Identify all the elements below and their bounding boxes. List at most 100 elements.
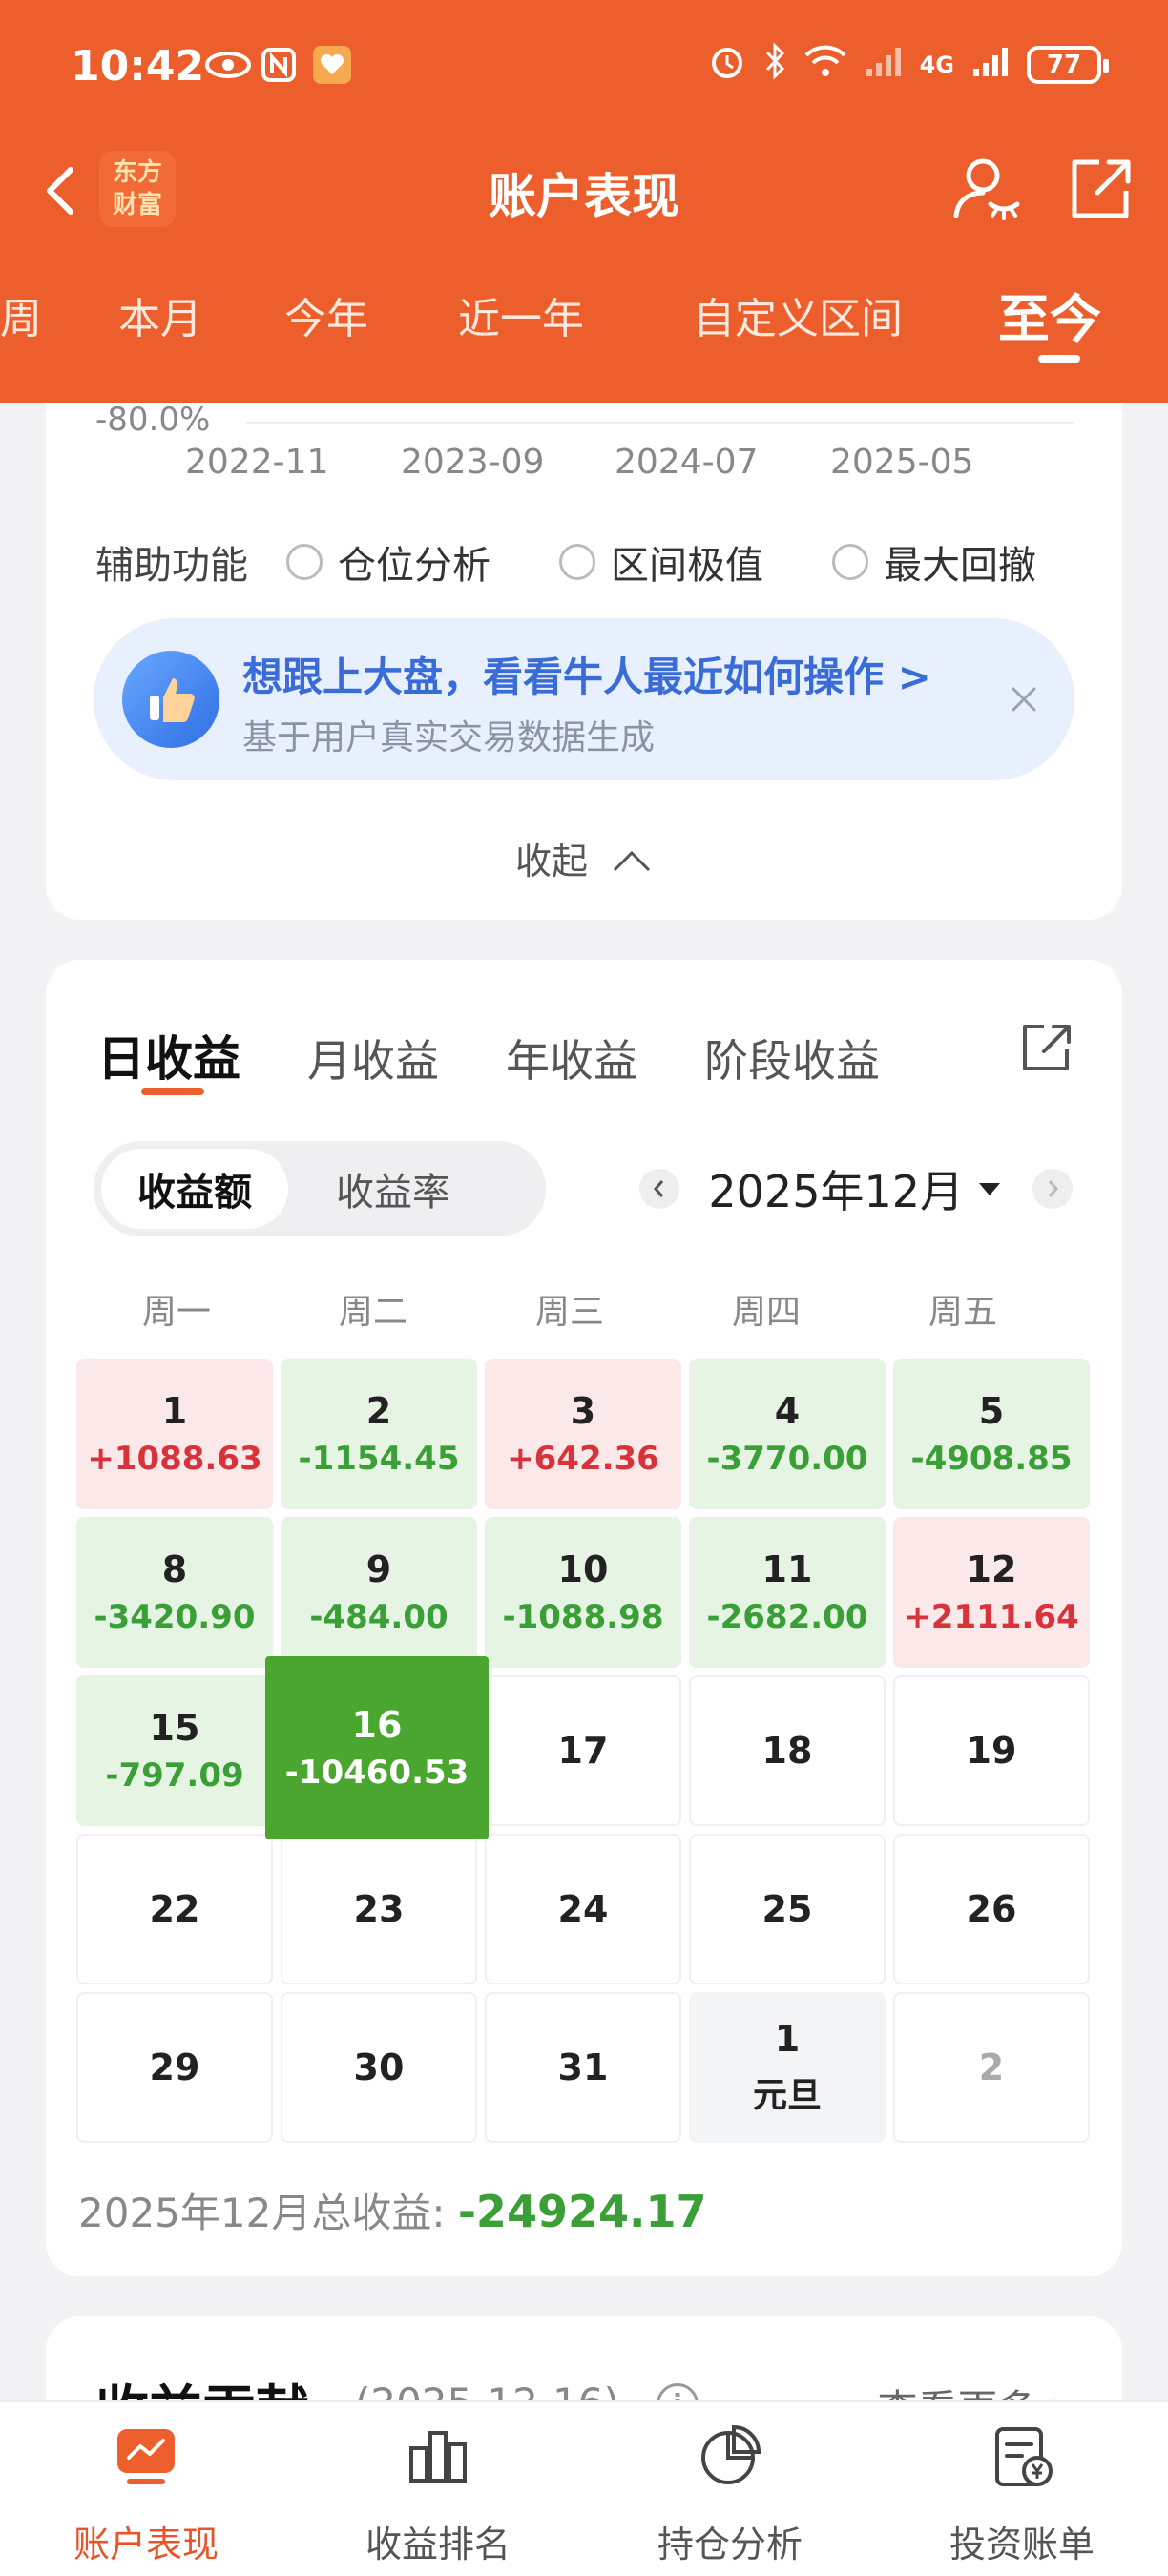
calendar-day-number: 18 bbox=[761, 1730, 813, 1772]
app-notification-icon bbox=[311, 44, 353, 86]
calendar-day[interactable]: 9 -484.00 bbox=[281, 1517, 477, 1668]
aux-range-extremes[interactable]: 区间极值 bbox=[559, 534, 763, 590]
calendar-day[interactable]: 29 bbox=[76, 1992, 273, 2143]
wifi-icon bbox=[803, 44, 847, 86]
user-eye-icon bbox=[953, 158, 1020, 220]
pie-chart-icon bbox=[698, 2423, 762, 2488]
period-custom[interactable]: 自定义区间 bbox=[693, 284, 903, 345]
calendar-day[interactable]: 3 +642.36 bbox=[485, 1359, 681, 1509]
period-this-year[interactable]: 今年 bbox=[284, 284, 368, 345]
next-month-button[interactable] bbox=[1032, 1169, 1073, 1209]
calendar-day-number: 10 bbox=[557, 1548, 609, 1590]
bottom-nav-ranking[interactable]: 收益排名 bbox=[292, 2402, 584, 2576]
prev-month-button[interactable] bbox=[639, 1169, 680, 1209]
calendar-day[interactable]: 1 +1088.63 bbox=[76, 1359, 273, 1509]
calendar-day[interactable]: 2 -1154.45 bbox=[281, 1359, 477, 1509]
radio-icon bbox=[832, 544, 868, 580]
calendar-day[interactable]: 12 +2111.64 bbox=[893, 1517, 1090, 1668]
calendar-day[interactable]: 26 bbox=[893, 1834, 1090, 1984]
aux-option-label: 区间极值 bbox=[611, 544, 763, 588]
aux-position-analysis[interactable]: 仓位分析 bbox=[286, 534, 490, 590]
month-label: 2025年12月 bbox=[708, 1166, 964, 1217]
calendar-day-return: -3770.00 bbox=[706, 1440, 868, 1478]
calendar-day[interactable]: 5 -4908.85 bbox=[893, 1359, 1090, 1509]
period-this-month[interactable]: 本月 bbox=[118, 284, 202, 345]
chevron-left-icon bbox=[654, 1180, 664, 1197]
toggle-amount[interactable]: 收益额 bbox=[101, 1149, 288, 1229]
aux-max-drawdown[interactable]: 最大回撤 bbox=[832, 534, 1036, 590]
tab-daily-returns[interactable]: 日收益 bbox=[97, 1021, 240, 1090]
calendar-day-number: 1 bbox=[774, 2018, 801, 2060]
chart-baseline bbox=[246, 422, 1073, 424]
aux-option-label: 仓位分析 bbox=[338, 544, 490, 588]
tab-monthly-returns[interactable]: 月收益 bbox=[307, 1027, 439, 1090]
calendar-day[interactable]: 17 bbox=[485, 1675, 681, 1826]
calendar-day[interactable]: 25 bbox=[689, 1834, 886, 1984]
calendar-day[interactable]: 8 -3420.90 bbox=[76, 1517, 273, 1668]
calendar-day[interactable]: 23 bbox=[281, 1834, 477, 1984]
bottom-nav-bills[interactable]: 投资账单 bbox=[876, 2402, 1168, 2576]
calendar-day[interactable]: 19 bbox=[893, 1675, 1090, 1826]
bottom-nav-performance[interactable]: 账户表现 bbox=[0, 2402, 292, 2576]
calendar-day[interactable]: 31 bbox=[485, 1992, 681, 2143]
calendar-day[interactable]: 1 元旦 bbox=[689, 1992, 886, 2143]
close-icon bbox=[1012, 687, 1036, 712]
bottom-nav-holdings[interactable]: 持仓分析 bbox=[584, 2402, 876, 2576]
calendar-day-number: 25 bbox=[761, 1888, 813, 1930]
toggle-rate[interactable]: 收益率 bbox=[298, 1149, 489, 1229]
period-week[interactable]: 周 bbox=[0, 284, 42, 345]
calendar-day-return: -4908.85 bbox=[910, 1440, 1073, 1478]
tab-yearly-returns[interactable]: 年收益 bbox=[506, 1027, 637, 1090]
calendar-day-return: -484.00 bbox=[309, 1598, 448, 1636]
nav-bar: 东方 财富 账户表现 bbox=[0, 134, 1168, 248]
calendar-day[interactable]: 2 bbox=[893, 1992, 1090, 2143]
period-last-year[interactable]: 近一年 bbox=[458, 284, 584, 345]
banner-subtitle: 基于用户真实交易数据生成 bbox=[242, 718, 656, 758]
share-out-icon bbox=[1072, 159, 1131, 218]
weekday-label: 周二 bbox=[338, 1293, 407, 1332]
calendar-day-number: 29 bbox=[149, 2046, 200, 2088]
calendar-day-number: 15 bbox=[149, 1707, 200, 1749]
calendar-day-return: +2111.64 bbox=[904, 1598, 1079, 1636]
calendar-day[interactable]: 15 -797.09 bbox=[76, 1675, 273, 1826]
privacy-toggle-button[interactable] bbox=[949, 151, 1025, 227]
bottom-nav-label: 收益排名 bbox=[365, 2524, 511, 2566]
banner-close-button[interactable] bbox=[1000, 675, 1048, 723]
chart-x-tick: 2024-07 bbox=[615, 443, 759, 482]
calendar-day[interactable]: 24 bbox=[485, 1834, 681, 1984]
banner-title: 想跟上大盘，看看牛人最近如何操作 > bbox=[242, 654, 931, 700]
calendar-day[interactable]: 18 bbox=[689, 1675, 886, 1826]
calendar-day[interactable]: 22 bbox=[76, 1834, 273, 1984]
weekday-label: 周三 bbox=[534, 1293, 604, 1332]
status-bar: 10:42 4G 77 bbox=[0, 0, 1168, 134]
calendar-day-number: 9 bbox=[365, 1548, 392, 1590]
export-button[interactable] bbox=[1017, 1019, 1074, 1076]
tab-active-indicator bbox=[141, 1088, 204, 1095]
weekday-label: 周五 bbox=[928, 1293, 997, 1332]
period-tabs: 周 本月 今年 近一年 自定义区间 至今 bbox=[0, 277, 1168, 363]
calendar-day-number: 12 bbox=[966, 1548, 1017, 1590]
tab-period-returns[interactable]: 阶段收益 bbox=[704, 1027, 880, 1090]
calendar-day[interactable]: 30 bbox=[281, 1992, 477, 2143]
weekday-label: 周四 bbox=[731, 1293, 801, 1332]
aux-option-label: 最大回撤 bbox=[884, 544, 1036, 588]
calendar-day[interactable]: 10 -1088.98 bbox=[485, 1517, 681, 1668]
calendar-day-return: -10460.53 bbox=[284, 1754, 469, 1792]
bill-icon bbox=[990, 2423, 1054, 2488]
calendar-day-number: 26 bbox=[966, 1888, 1017, 1930]
month-picker[interactable]: 2025年12月 bbox=[708, 1157, 1000, 1220]
chart-x-tick: 2022-11 bbox=[185, 443, 329, 482]
collapse-button[interactable]: 收起 bbox=[46, 832, 1122, 884]
chart-x-tick: 2023-09 bbox=[401, 443, 545, 482]
calendar-day[interactable]: 4 -3770.00 bbox=[689, 1359, 886, 1509]
month-total-value: -24924.17 bbox=[457, 2186, 707, 2237]
aux-label: 辅助功能 bbox=[95, 544, 248, 588]
share-button[interactable] bbox=[1061, 151, 1137, 227]
promo-banner[interactable]: 想跟上大盘，看看牛人最近如何操作 > 基于用户真实交易数据生成 bbox=[94, 618, 1074, 780]
thumbs-up-icon bbox=[122, 651, 219, 748]
chevron-up-icon bbox=[613, 850, 651, 872]
calendar-day-number: 30 bbox=[353, 2046, 405, 2088]
calendar-day-selected[interactable]: 16 -10460.53 bbox=[265, 1656, 489, 1839]
period-to-date[interactable]: 至今 bbox=[998, 277, 1101, 352]
calendar-day[interactable]: 11 -2682.00 bbox=[689, 1517, 886, 1668]
